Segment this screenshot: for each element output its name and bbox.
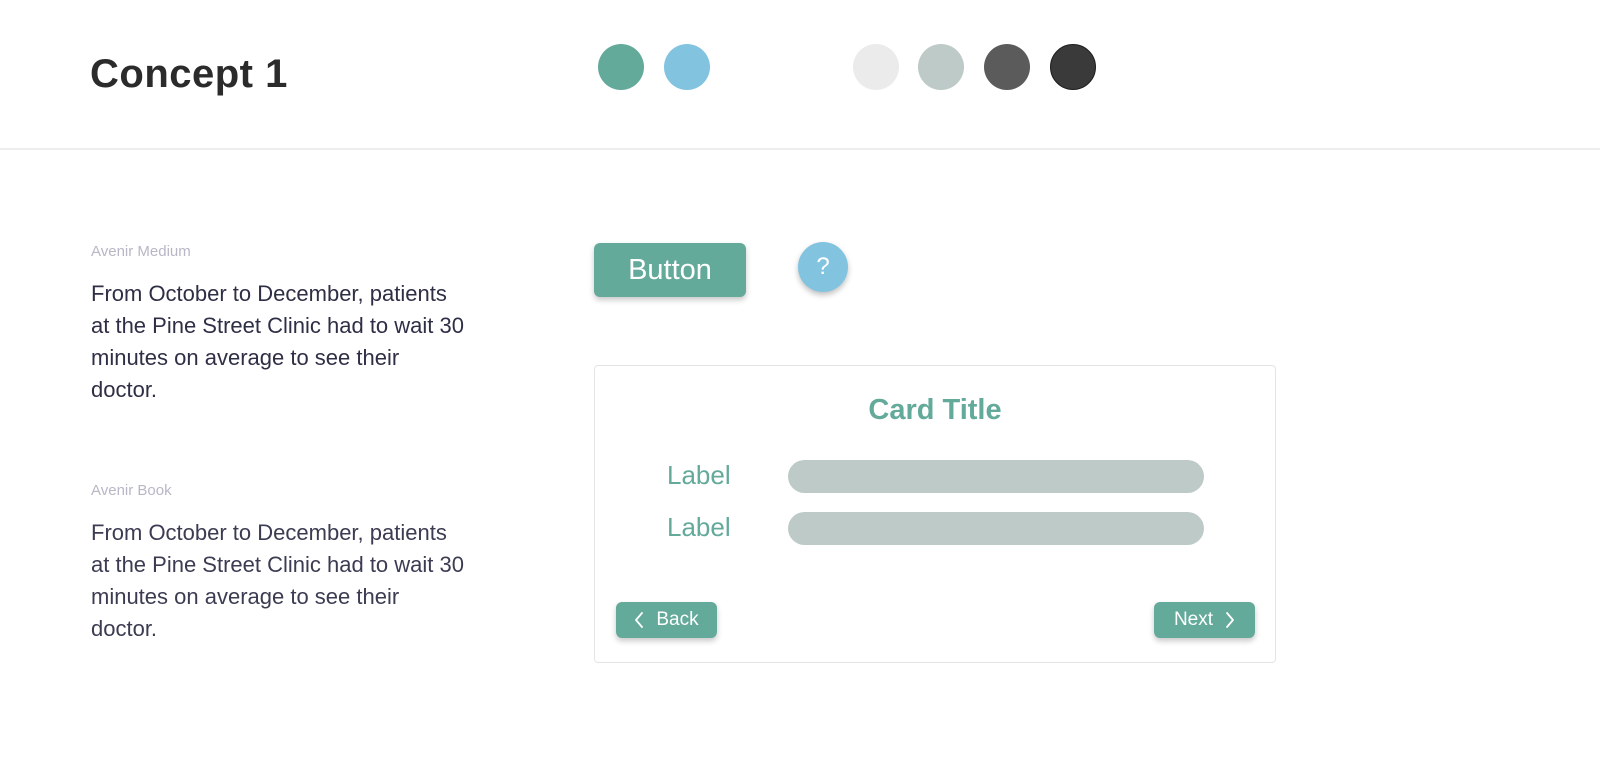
chevron-left-icon (635, 612, 644, 628)
back-button-label: Back (656, 609, 699, 630)
field-input[interactable] (788, 512, 1204, 545)
color-swatch-teal (598, 44, 644, 90)
color-swatch-sky-blue (664, 44, 710, 90)
font-label-medium: Avenir Medium (91, 243, 191, 260)
color-swatch-sage-gray (918, 44, 964, 90)
help-button[interactable]: ? (798, 242, 848, 292)
field-label: Label (667, 460, 731, 490)
chevron-right-icon (1226, 612, 1234, 628)
color-swatch-charcoal (1050, 44, 1096, 90)
field-label: Label (667, 512, 731, 542)
color-swatch-light-gray (853, 44, 899, 90)
font-sample-medium: From October to December, patients at th… (91, 281, 464, 402)
question-mark-icon: ? (816, 253, 830, 280)
back-button[interactable]: Back (616, 602, 717, 638)
next-button[interactable]: Next (1154, 602, 1255, 638)
card: Card Title Label Label Back Next (594, 365, 1276, 663)
primary-button[interactable]: Button (594, 243, 746, 297)
next-button-label: Next (1173, 609, 1214, 630)
page-title: Concept 1 (90, 52, 288, 96)
header: Concept 1 (0, 0, 1600, 150)
font-label-book: Avenir Book (91, 482, 172, 499)
card-title: Card Title (868, 394, 1002, 426)
field-input[interactable] (788, 460, 1204, 493)
color-swatch-dark-gray (984, 44, 1030, 90)
font-sample-book: From October to December, patients at th… (91, 520, 464, 641)
